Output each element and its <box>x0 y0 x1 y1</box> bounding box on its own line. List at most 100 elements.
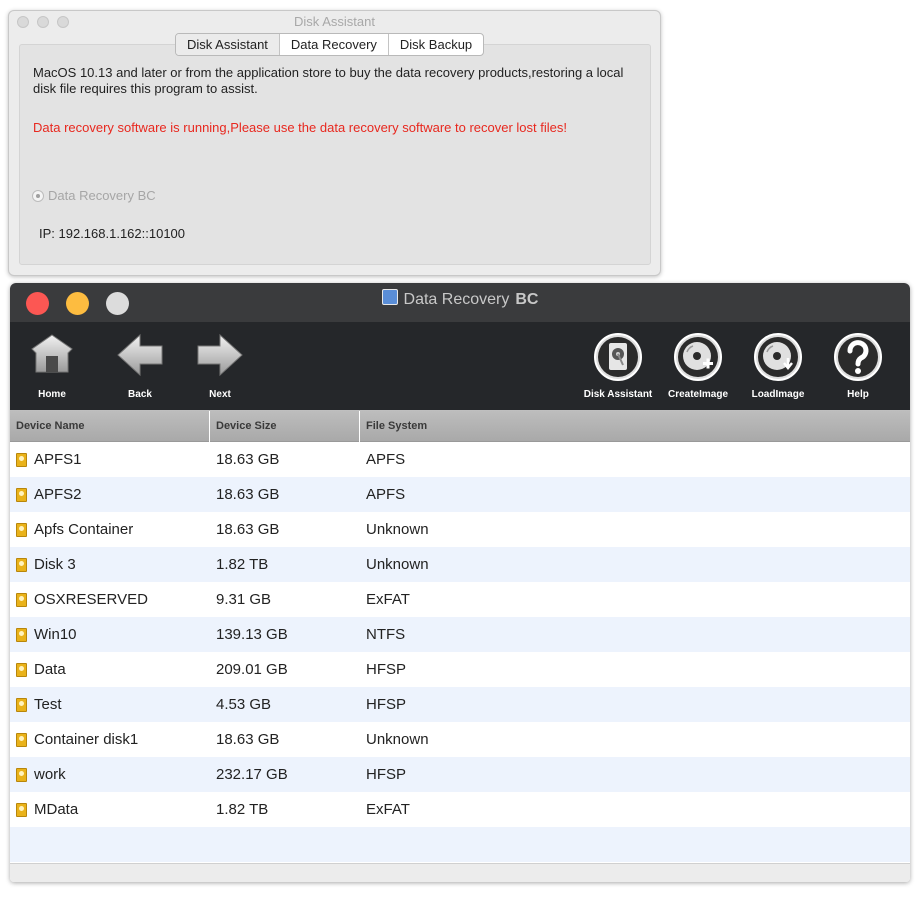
disc-create-icon <box>674 333 722 381</box>
tab-data-recovery[interactable]: Data Recovery <box>280 34 389 55</box>
drive-icon <box>16 698 27 712</box>
radio-circle-icon <box>32 189 44 202</box>
app-icon <box>381 289 398 305</box>
next-label: Next <box>209 389 231 400</box>
tab-disk-backup[interactable]: Disk Backup <box>389 34 483 55</box>
device-size-cell: 18.63 GB <box>216 731 280 748</box>
device-name-cell: work <box>34 766 66 783</box>
table-row[interactable]: work 232.17 GB HFSP <box>10 757 910 792</box>
device-name-cell: APFS2 <box>34 486 82 503</box>
device-name-cell: Test <box>34 696 62 713</box>
radio-data-recovery-bc[interactable]: Data Recovery BC <box>32 188 156 203</box>
file-system-cell: HFSP <box>366 661 407 678</box>
data-recovery-window: Data Recovery BC Home Back Next Disk Ass… <box>10 283 910 882</box>
drive-icon <box>16 453 27 467</box>
device-size-cell: 139.13 GB <box>216 626 288 643</box>
drive-icon <box>16 558 27 572</box>
load-image-label: LoadImage <box>751 389 805 400</box>
table-row-empty <box>10 827 910 862</box>
help-label: Help <box>847 389 869 400</box>
column-header-device-size[interactable]: Device Size <box>210 411 360 442</box>
close-button[interactable] <box>17 16 29 28</box>
file-system-cell: HFSP <box>366 696 407 713</box>
table-footer <box>10 863 910 882</box>
title-suffix: BC <box>515 291 539 308</box>
hard-drive-icon <box>594 333 642 381</box>
title-main: Data Recovery <box>403 291 510 308</box>
file-system-cell: HFSP <box>366 766 407 783</box>
device-name-cell: Disk 3 <box>34 556 76 573</box>
file-system-cell: APFS <box>366 451 406 468</box>
drive-icon <box>16 768 27 782</box>
table-row[interactable]: Apfs Container 18.63 GB Unknown <box>10 512 910 547</box>
device-name-cell: MData <box>34 801 79 818</box>
disc-load-icon <box>754 333 802 381</box>
device-size-cell: 18.63 GB <box>216 486 280 503</box>
description-text: MacOS 10.13 and later or from the applic… <box>33 65 624 96</box>
home-button[interactable]: Home <box>22 322 82 410</box>
tab-disk-assistant[interactable]: Disk Assistant <box>176 34 280 55</box>
drive-icon <box>16 733 27 747</box>
next-button[interactable]: Next <box>190 322 250 410</box>
radio-label: Data Recovery BC <box>48 188 156 203</box>
disk-assistant-window: Disk Assistant Disk Assistant Data Recov… <box>8 10 661 276</box>
minimize-button[interactable] <box>37 16 49 28</box>
device-size-cell: 4.53 GB <box>216 696 272 713</box>
table-row[interactable]: APFS2 18.63 GB APFS <box>10 477 910 512</box>
table-row[interactable]: Test 4.53 GB HFSP <box>10 687 910 722</box>
title-bar: Data Recovery BC <box>10 283 910 322</box>
device-size-cell: 209.01 GB <box>216 661 288 678</box>
ip-address-text: IP: 192.168.1.162::10100 <box>39 226 186 241</box>
device-size-cell: 18.63 GB <box>216 521 280 538</box>
file-system-cell: NTFS <box>366 626 406 643</box>
drive-icon <box>16 663 27 677</box>
device-name-cell: Win10 <box>34 626 77 643</box>
create-image-button[interactable]: CreateImage <box>663 322 733 410</box>
table-row[interactable]: Disk 3 1.82 TB Unknown <box>10 547 910 582</box>
back-button[interactable]: Back <box>110 322 170 410</box>
device-size-cell: 1.82 TB <box>216 556 269 573</box>
table-header: Device Name Device Size File System <box>10 410 910 442</box>
drive-icon <box>16 523 27 537</box>
device-name-cell: Container disk1 <box>34 731 139 748</box>
table-row[interactable]: OSXRESERVED 9.31 GB ExFAT <box>10 582 910 617</box>
device-size-cell: 232.17 GB <box>216 766 288 783</box>
window-title: Data Recovery BC <box>10 283 910 318</box>
tab-bar: Disk Assistant Data Recovery Disk Backup <box>175 33 485 56</box>
file-system-cell: ExFAT <box>366 801 410 818</box>
device-name-cell: Apfs Container <box>34 521 134 538</box>
table-body: APFS1 18.63 GB APFS APFS2 18.63 GB APFS Apfs C… <box>10 442 910 862</box>
file-system-cell: Unknown <box>366 731 429 748</box>
back-label: Back <box>128 389 152 400</box>
help-button[interactable]: Help <box>828 322 888 410</box>
zoom-button[interactable] <box>57 16 69 28</box>
create-image-label: CreateImage <box>667 389 729 400</box>
file-system-cell: Unknown <box>366 521 429 538</box>
file-system-cell: APFS <box>366 486 406 503</box>
column-header-file-system[interactable]: File System <box>360 411 910 442</box>
back-arrow-icon <box>117 333 163 377</box>
help-icon <box>834 333 882 381</box>
table-row[interactable]: APFS1 18.63 GB APFS <box>10 442 910 477</box>
device-size-cell: 1.82 TB <box>216 801 269 818</box>
load-image-button[interactable]: LoadImage <box>743 322 813 410</box>
device-name-cell: OSXRESERVED <box>34 591 148 608</box>
table-row[interactable]: Container disk1 18.63 GB Unknown <box>10 722 910 757</box>
table-row[interactable]: MData 1.82 TB ExFAT <box>10 792 910 827</box>
disk-assistant-label: Disk Assistant <box>583 389 653 400</box>
device-name-cell: Data <box>34 661 66 678</box>
table-row[interactable]: Data 209.01 GB HFSP <box>10 652 910 687</box>
toolbar: Home Back Next Disk Assistant CreateImag… <box>10 322 910 410</box>
table-row[interactable]: Win10 139.13 GB NTFS <box>10 617 910 652</box>
drive-icon <box>16 803 27 817</box>
device-name-cell: APFS1 <box>34 451 82 468</box>
file-system-cell: Unknown <box>366 556 429 573</box>
next-arrow-icon <box>197 333 243 377</box>
column-header-device-name[interactable]: Device Name <box>10 411 210 442</box>
home-icon <box>31 334 73 373</box>
file-system-cell: ExFAT <box>366 591 410 608</box>
device-size-cell: 9.31 GB <box>216 591 272 608</box>
drive-icon <box>16 628 27 642</box>
disk-assistant-button[interactable]: Disk Assistant <box>578 322 658 410</box>
window-title: Disk Assistant <box>294 14 375 29</box>
